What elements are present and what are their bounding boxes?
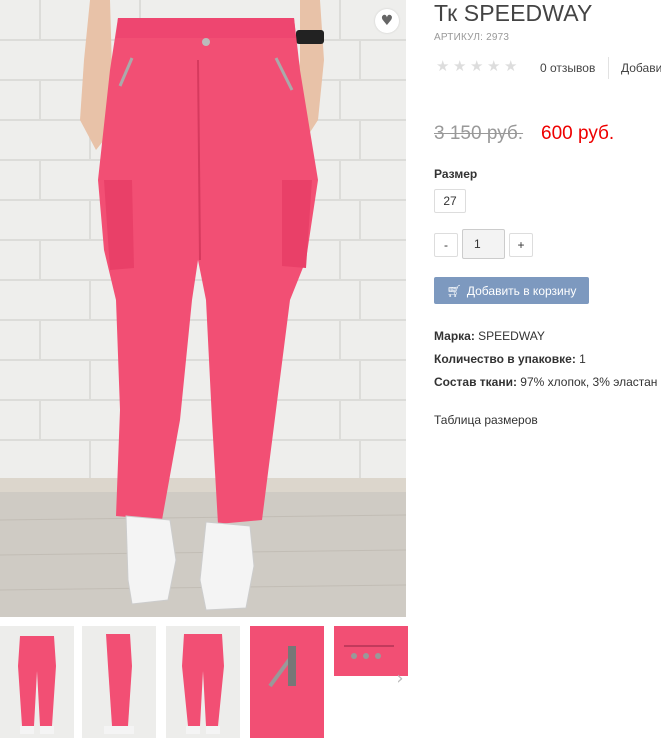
add-to-cart-button[interactable]: 🛒︎ Добавить в корзину (434, 277, 589, 304)
quantity-decrease-button[interactable]: - (434, 233, 458, 257)
thumbnail-side-view[interactable] (82, 626, 156, 738)
spec-fabric: Состав ткани: 97% хлопок, 3% эластан (434, 375, 657, 389)
size-table-link[interactable]: Таблица размеров (434, 413, 538, 427)
wishlist-button[interactable]: ♥ (375, 9, 399, 33)
spec-brand: Марка: SPEEDWAY (434, 329, 545, 343)
spec-value: 1 (575, 352, 586, 366)
size-option[interactable]: 27 (434, 189, 466, 213)
heart-icon: ♥ (380, 13, 394, 29)
old-price: 3 150 руб. (434, 123, 524, 144)
rating-stars: ★ ★ ★ ★ ★ (436, 57, 518, 75)
add-to-cart-label: Добавить в корзину (466, 283, 577, 298)
reviews-link[interactable]: 0 отзывов (540, 61, 595, 75)
quantity-input[interactable] (462, 229, 505, 259)
thumbnail-zipper-detail[interactable] (250, 626, 324, 738)
star-icon: ★ (504, 57, 518, 75)
divider (608, 57, 609, 79)
spec-key: Состав ткани: (434, 375, 517, 389)
thumbnail-back-view[interactable] (166, 626, 240, 738)
size-label: Размер (434, 167, 478, 181)
quantity-increase-button[interactable]: + (509, 233, 533, 257)
spec-value: SPEEDWAY (474, 329, 545, 343)
product-sku: АРТИКУЛ: 2973 (434, 32, 510, 43)
thumbnail-front-view[interactable] (0, 626, 74, 738)
add-review-link[interactable]: Добави (621, 61, 661, 75)
star-icon: ★ (453, 57, 467, 75)
star-icon: ★ (470, 57, 484, 75)
cart-icon: 🛒︎ (446, 283, 462, 298)
spec-pack-quantity: Количество в упаковке: 1 (434, 352, 586, 366)
spec-value: 97% хлопок, 3% эластан (516, 375, 658, 389)
thumbnail-strip (0, 626, 410, 738)
thumbnail-next-arrow[interactable]: › (392, 668, 408, 690)
spec-key: Количество в упаковке: (434, 352, 576, 366)
star-icon: ★ (436, 57, 450, 75)
star-icon: ★ (487, 57, 501, 75)
spec-key: Марка: (434, 329, 475, 343)
main-product-image[interactable]: ♥ (0, 0, 406, 617)
product-title: Тк SPEEDWAY (434, 0, 593, 26)
current-price: 600 руб. (541, 123, 615, 144)
